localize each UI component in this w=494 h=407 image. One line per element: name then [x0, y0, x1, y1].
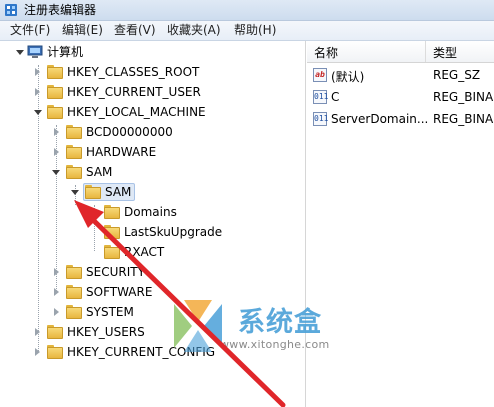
value-type: REG_BINA — [433, 112, 494, 126]
expander-closed[interactable] — [54, 308, 59, 316]
tree-label: 计算机 — [47, 45, 84, 59]
expander-open[interactable] — [16, 50, 24, 55]
window-title: 注册表编辑器 — [24, 3, 97, 17]
folder-icon — [47, 85, 63, 99]
folder-icon — [66, 305, 82, 319]
binary-value-icon: 011 — [313, 112, 328, 126]
menu-bar: 文件(F) 编辑(E) 查看(V) 收藏夹(A) 帮助(H) — [0, 21, 494, 41]
expander-open[interactable] — [52, 170, 60, 175]
value-row-c[interactable]: 011 C REG_BINA — [307, 87, 494, 107]
folder-icon — [85, 185, 101, 199]
tree-item-lastskuupgrade[interactable]: LastSkuUpgrade — [0, 222, 300, 242]
expander-closed[interactable] — [35, 88, 40, 96]
expander-closed[interactable] — [35, 348, 40, 356]
column-name-header[interactable]: 名称 — [314, 44, 338, 61]
value-row-default[interactable]: ab (默认) REG_SZ — [307, 65, 494, 85]
expander-closed[interactable] — [92, 208, 97, 216]
tree-item-security[interactable]: SECURITY — [0, 262, 300, 282]
value-row-serverdomain[interactable]: 011 ServerDomain... REG_BINA — [307, 109, 494, 129]
computer-icon — [27, 45, 43, 58]
tree-item-domains[interactable]: Domains — [0, 202, 300, 222]
regedit-app-icon — [5, 4, 17, 16]
tree-label: RXACT — [124, 245, 165, 259]
expander-open[interactable] — [71, 190, 79, 195]
folder-icon — [66, 265, 82, 279]
tree-item-software[interactable]: SOFTWARE — [0, 282, 300, 302]
tree-item-sam-sub-selected[interactable]: SAM — [0, 182, 300, 202]
value-name: C — [331, 90, 340, 104]
tree-label: Domains — [124, 205, 177, 219]
folder-icon — [104, 225, 120, 239]
tree-label: SAM — [86, 165, 113, 179]
tree-label: HKEY_CLASSES_ROOT — [67, 65, 200, 79]
value-type: REG_BINA — [433, 90, 494, 104]
registry-tree[interactable]: 计算机 HKEY_CLASSES_ROOT HKEY_CURRENT_USER … — [0, 41, 306, 407]
expander-open[interactable] — [34, 110, 42, 115]
expander-closed[interactable] — [54, 288, 59, 296]
tree-label: HKEY_LOCAL_MACHINE — [67, 105, 206, 119]
menu-view[interactable]: 查看(V) — [114, 23, 156, 38]
column-type-header[interactable]: 类型 — [433, 44, 457, 61]
expander-closed[interactable] — [35, 68, 40, 76]
tree-item-computer[interactable]: 计算机 — [0, 42, 300, 62]
folder-icon — [104, 245, 120, 259]
menu-favorites[interactable]: 收藏夹(A) — [167, 23, 221, 38]
value-name: (默认) — [331, 70, 365, 84]
tree-label: SECURITY — [86, 265, 145, 279]
watermark-brand: 系统盒 — [238, 307, 322, 338]
folder-icon — [66, 125, 82, 139]
tree-label: SYSTEM — [86, 305, 134, 319]
menu-help[interactable]: 帮助(H) — [234, 23, 276, 38]
folder-icon — [66, 285, 82, 299]
tree-label: HKEY_CURRENT_USER — [67, 85, 201, 99]
column-separator[interactable] — [425, 41, 426, 62]
watermark-url: www.xitonghe.com — [220, 338, 330, 351]
tree-label: SAM — [105, 185, 132, 199]
tree-item-rxact[interactable]: RXACT — [0, 242, 300, 262]
expander-closed[interactable] — [54, 128, 59, 136]
folder-icon — [66, 145, 82, 159]
column-header: 名称 类型 — [307, 41, 494, 63]
folder-icon — [47, 345, 63, 359]
folder-icon — [47, 325, 63, 339]
expander-closed[interactable] — [54, 268, 59, 276]
tree-item-hardware[interactable]: HARDWARE — [0, 142, 300, 162]
tree-item-sam[interactable]: SAM — [0, 162, 300, 182]
menu-file[interactable]: 文件(F) — [10, 23, 50, 38]
folder-icon — [66, 165, 82, 179]
tree-item-hkcr[interactable]: HKEY_CLASSES_ROOT — [0, 62, 300, 82]
tree-item-hklm[interactable]: HKEY_LOCAL_MACHINE — [0, 102, 300, 122]
string-value-icon: ab — [313, 68, 327, 82]
tree-label: BCD00000000 — [86, 125, 173, 139]
folder-icon — [47, 65, 63, 79]
menu-edit[interactable]: 编辑(E) — [62, 23, 103, 38]
expander-closed[interactable] — [35, 328, 40, 336]
tree-label: HARDWARE — [86, 145, 157, 159]
tree-label: HKEY_USERS — [67, 325, 145, 339]
expander-closed[interactable] — [54, 148, 59, 156]
tree-item-hkcu[interactable]: HKEY_CURRENT_USER — [0, 82, 300, 102]
values-list[interactable]: 名称 类型 ab (默认) REG_SZ 011 C REG_BINA 011 … — [307, 41, 494, 407]
folder-icon — [47, 105, 63, 119]
value-type: REG_SZ — [433, 68, 481, 82]
tree-item-bcd[interactable]: BCD00000000 — [0, 122, 300, 142]
title-bar: 注册表编辑器 — [0, 0, 494, 21]
folder-icon — [104, 205, 120, 219]
tree-label: SOFTWARE — [86, 285, 153, 299]
value-name: ServerDomain... — [331, 112, 429, 126]
tree-label: LastSkuUpgrade — [124, 225, 223, 239]
binary-value-icon: 011 — [313, 90, 328, 104]
